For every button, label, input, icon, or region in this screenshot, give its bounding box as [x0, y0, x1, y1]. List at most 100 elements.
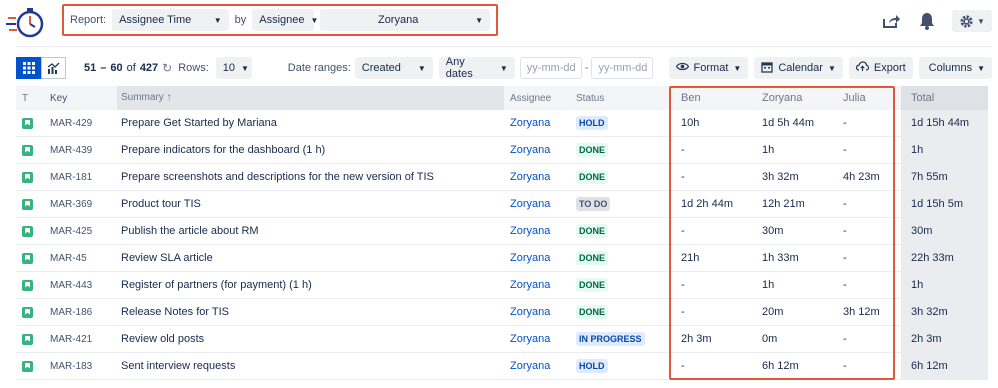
user-select[interactable]: Zoryana ▼	[320, 9, 490, 31]
header-key[interactable]: Key	[50, 93, 117, 104]
settings-button[interactable]: ▼	[952, 10, 992, 32]
issue-key[interactable]: MAR-369	[50, 199, 117, 210]
header-total[interactable]: Total	[901, 86, 988, 110]
header-assignee[interactable]: Assignee	[504, 93, 570, 104]
table-row[interactable]: MAR-439 Prepare indicators for the dashbo…	[16, 137, 988, 164]
issue-assignee[interactable]: Zoryana	[504, 279, 570, 291]
header-status[interactable]: Status	[570, 93, 671, 104]
range-separator: –	[100, 62, 107, 74]
header-julia[interactable]: Julia	[833, 92, 893, 104]
table-row[interactable]: MAR-183 Sent interview requests Zoryana HOL…	[16, 353, 988, 380]
group-by-select[interactable]: Assignee ▼	[252, 9, 318, 31]
issue-type-cell	[16, 198, 50, 210]
date-to-input[interactable]: yy-mm-dd	[591, 57, 654, 79]
issue-summary[interactable]: Review old posts	[117, 333, 504, 345]
time-ben: -	[681, 306, 685, 318]
issue-key[interactable]: MAR-186	[50, 307, 117, 318]
story-icon	[22, 171, 33, 183]
time-zoryana: 6h 12m	[762, 360, 799, 372]
rows-per-page-select[interactable]: 10 ▼	[215, 57, 252, 79]
table-row[interactable]: MAR-181 Prepare screenshots and descripti…	[16, 164, 988, 191]
time-ben: -	[681, 279, 685, 291]
issue-summary[interactable]: Publish the article about RM	[117, 225, 504, 237]
status-cell: DONE	[570, 143, 671, 157]
table-row[interactable]: MAR-425 Publish the article about RM Zorya…	[16, 218, 988, 245]
export-button[interactable]: Export	[848, 57, 913, 79]
date-from-input[interactable]: yy-mm-dd	[519, 57, 582, 79]
issue-key[interactable]: MAR-45	[50, 253, 117, 264]
time-total: 1d 15h 44m	[901, 110, 988, 136]
time-julia: 3h 12m	[843, 306, 880, 318]
table-row[interactable]: MAR-421 Review old posts Zoryana IN PROGRES…	[16, 326, 988, 353]
gear-icon	[960, 14, 973, 28]
story-icon	[22, 225, 33, 237]
date-field-select[interactable]: Created ▼	[354, 57, 433, 79]
issue-key[interactable]: MAR-181	[50, 172, 117, 183]
app-logo	[4, 4, 54, 44]
chevron-down-icon: ▼	[499, 63, 508, 73]
header-ben[interactable]: Ben	[671, 92, 752, 104]
issue-assignee[interactable]: Zoryana	[504, 144, 570, 156]
issue-summary[interactable]: Prepare indicators for the dashboard (1 …	[117, 144, 504, 156]
chevron-down-icon: ▼	[213, 15, 222, 25]
calendar-label: Calendar	[778, 62, 823, 74]
issue-summary[interactable]: Sent interview requests	[117, 360, 504, 372]
issue-summary[interactable]: Prepare Get Started by Mariana	[117, 117, 504, 129]
issue-assignee[interactable]: Zoryana	[504, 252, 570, 264]
time-total: 2h 3m	[901, 326, 988, 352]
columns-button[interactable]: Columns ▼	[918, 57, 992, 79]
table-row[interactable]: MAR-186 Release Notes for TIS Zoryana DONE -…	[16, 299, 988, 326]
issue-type-cell	[16, 306, 50, 318]
by-label: by	[234, 14, 247, 26]
table-row[interactable]: MAR-369 Product tour TIS Zoryana TO DO 1d 2h…	[16, 191, 988, 218]
issue-assignee[interactable]: Zoryana	[504, 306, 570, 318]
issue-summary[interactable]: Release Notes for TIS	[117, 306, 504, 318]
header-type[interactable]: T	[16, 93, 50, 104]
header-summary[interactable]: Summary ↑	[117, 86, 504, 110]
grid-view-button[interactable]	[16, 57, 41, 79]
time-ben: -	[681, 171, 685, 183]
date-period-value: Any dates	[445, 56, 473, 80]
issue-summary[interactable]: Prepare screenshots and descriptions for…	[117, 171, 504, 183]
issue-key[interactable]: MAR-421	[50, 334, 117, 345]
issue-assignee[interactable]: Zoryana	[504, 225, 570, 237]
issue-assignee[interactable]: Zoryana	[504, 198, 570, 210]
issue-summary[interactable]: Product tour TIS	[117, 198, 504, 210]
table-row[interactable]: MAR-443 Register of partners (for payment…	[16, 272, 988, 299]
issue-key[interactable]: MAR-443	[50, 280, 117, 291]
time-julia: -	[843, 360, 847, 372]
issue-assignee[interactable]: Zoryana	[504, 360, 570, 372]
time-julia: -	[843, 144, 847, 156]
time-zoryana: 1h	[762, 144, 775, 156]
issue-key[interactable]: MAR-439	[50, 145, 117, 156]
status-badge: DONE	[576, 278, 609, 292]
issue-summary[interactable]: Register of partners (for payment) (1 h)	[117, 279, 504, 291]
report-type-select[interactable]: Assignee Time ▼	[112, 9, 229, 31]
date-period-select[interactable]: Any dates ▼	[438, 56, 515, 80]
bell-icon[interactable]	[916, 10, 938, 32]
chart-view-button[interactable]	[41, 57, 66, 79]
share-icon[interactable]	[880, 10, 902, 32]
status-badge: DONE	[576, 170, 609, 184]
table-row[interactable]: MAR-429 Prepare Get Started by Mariana Zor…	[16, 110, 988, 137]
issue-type-cell	[16, 333, 50, 345]
story-icon	[22, 360, 33, 372]
export-icon	[855, 61, 869, 75]
header-zoryana[interactable]: Zoryana	[752, 92, 833, 104]
time-julia: -	[843, 252, 847, 264]
refresh-icon[interactable]: ↻	[162, 61, 172, 75]
time-ben: -	[681, 144, 685, 156]
calendar-button[interactable]: Calendar ▼	[754, 57, 843, 79]
format-button[interactable]: Format ▼	[668, 57, 749, 79]
issue-key[interactable]: MAR-425	[50, 226, 117, 237]
issue-assignee[interactable]: Zoryana	[504, 117, 570, 129]
table-row[interactable]: MAR-45 Review SLA article Zoryana DONE 21h 1h…	[16, 245, 988, 272]
rows-label: Rows:	[178, 62, 209, 74]
issue-summary[interactable]: Review SLA article	[117, 252, 504, 264]
issue-assignee[interactable]: Zoryana	[504, 333, 570, 345]
rows-per-page-value: 10	[222, 62, 236, 74]
story-icon	[22, 306, 33, 318]
issue-assignee[interactable]: Zoryana	[504, 171, 570, 183]
issue-key[interactable]: MAR-429	[50, 118, 117, 129]
issue-key[interactable]: MAR-183	[50, 361, 117, 372]
